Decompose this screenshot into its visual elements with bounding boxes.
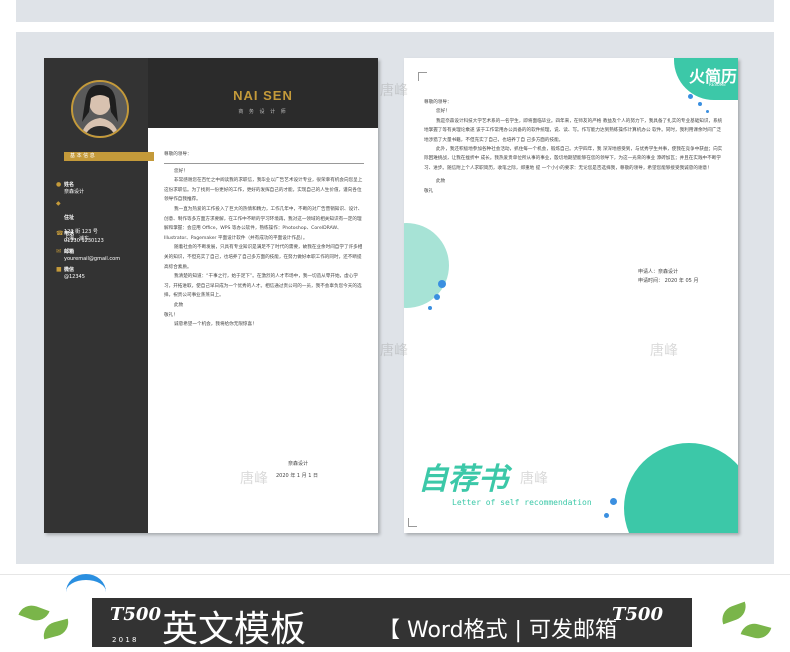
info-value: @12345	[64, 274, 85, 280]
resume-signer: 奈森设计	[288, 461, 309, 467]
dot-decor	[434, 294, 440, 300]
info-label: 住址	[64, 215, 75, 221]
cover-signature: 申请人：奈森设计 申请时间： 2020 年 05 月	[638, 268, 698, 286]
letter-regards: 敬礼！	[164, 312, 178, 318]
resume-header: NAI SEN 商 务 设 计 师	[148, 58, 378, 128]
phone-icon: ☎	[56, 230, 64, 237]
resume-date: 2020 年 1 月 1 日	[276, 473, 319, 479]
watermark: 唐峰	[380, 343, 408, 359]
divider	[164, 162, 364, 164]
dot-decor	[610, 498, 617, 505]
resume-role: 商 务 设 计 师	[238, 109, 288, 115]
info-label: 微信	[64, 267, 75, 273]
dot-decor	[438, 280, 446, 288]
letter-paragraph: 随着社会的不断发展，只具有专业知识是满足不了时代的需要，故我在业余时间自学了许多…	[164, 245, 363, 270]
logo-year: 2 0 1 8	[112, 636, 137, 644]
info-wechat: ■ 微信 @12345	[56, 267, 85, 281]
letter-ps: 诚恳希望一个机会，我将给你无限惊喜！	[174, 322, 257, 328]
info-email: ✉ 邮箱 youremail@gmail.com	[56, 249, 121, 263]
info-value: youremail@gmail.com	[64, 256, 121, 262]
cover-paragraph: 我是奈森设计科技大学艺术系的一名学生，即将面临毕业。四年来，在师友的严格 教益及…	[424, 118, 723, 143]
t500-logo-left: T500	[110, 604, 161, 625]
cover-letter-page[interactable]: 火简历 RESUME 尊敬的领导： 您好！ 我是奈森设计科技大学艺术系的一名学生…	[404, 58, 738, 533]
resume-page[interactable]: NAI SEN 商 务 设 计 师 基 本 信 息 ● 姓名 奈森设计 ◆ 住址…	[44, 58, 378, 533]
letter-paragraph: 我一直为热爱的工作投入了巨大的热情和精力，工作几年中，不断的对广告营销知识、设计…	[164, 206, 363, 241]
corner-mark	[418, 72, 427, 81]
cover-closing: 此致	[436, 179, 446, 185]
info-value: 01230 1230123	[64, 238, 104, 244]
person-icon: ●	[56, 181, 62, 188]
chat-icon: ■	[56, 266, 62, 273]
cover-title-cn: 自荐书	[418, 462, 508, 497]
dot-decor	[604, 513, 609, 518]
cover-paragraph: 此外，我还积极地参加各种社会活动，抓住每一个机会，锻炼自己。大学四年，我 深深地…	[424, 147, 723, 171]
corner-mark	[408, 518, 417, 527]
cover-greeting: 您好！	[436, 109, 450, 115]
watermark: 唐峰	[240, 471, 268, 487]
letter-greeting: 您好！	[174, 168, 188, 174]
cover-title-en: Letter of self recommendation	[452, 498, 592, 507]
cover-regards: 敬礼	[424, 188, 434, 194]
info-label: 邮箱	[64, 249, 75, 255]
t500-logo-right: T500	[612, 604, 663, 625]
letter-salutation: 尊敬的领导：	[164, 152, 192, 157]
info-phone: ☎ 电话 01230 1230123	[56, 231, 104, 245]
location-icon: ◆	[56, 200, 61, 207]
resume-letter: 尊敬的领导： 您好！ 非常感谢您在百忙之中阅读我的求职信，我毕业以广告艺术设计专…	[164, 150, 364, 330]
mail-icon: ✉	[56, 248, 62, 255]
watermark: 唐峰	[650, 343, 678, 359]
cover-salutation: 尊敬的领导：	[424, 100, 452, 105]
brand-subtitle: RESUME	[709, 82, 726, 87]
info-label: 姓名	[64, 182, 75, 188]
cover-applicant: 申请人：奈森设计	[638, 269, 679, 275]
cover-apply-date: 申请时间： 2020 年 05 月	[638, 278, 699, 284]
cover-letter-body: 尊敬的领导： 您好！ 我是奈森设计科技大学艺术系的一名学生，即将面临毕业。四年来…	[424, 98, 724, 196]
letter-paragraph: 非常感谢您在百忙之中阅读我的求职信，我毕业以广告艺术设计专业，很荣幸有机会向您呈…	[164, 178, 363, 203]
top-strip	[16, 0, 774, 22]
resume-name: NAI SEN	[233, 88, 293, 103]
section-basic-info: 基 本 信 息	[64, 152, 154, 161]
info-name: ● 姓名 奈森设计	[56, 182, 85, 196]
decor-circle-bottom-right	[624, 443, 738, 533]
letter-closing: 此致	[174, 302, 184, 308]
portrait-icon	[73, 82, 127, 136]
watermark: 唐峰	[520, 471, 548, 487]
banner-title: 英文模板	[162, 609, 307, 650]
letter-paragraph: 我清楚的知道：“干事之行，始于足下”。在激烈的人才市场中，我一切造从零开始，虚心…	[164, 274, 362, 299]
watermark: 唐峰	[380, 83, 408, 99]
dot-decor	[428, 306, 432, 310]
divider	[0, 574, 790, 575]
info-value: 奈森设计	[64, 189, 85, 195]
info-label: 电话	[64, 231, 75, 237]
decor-circle-left	[404, 223, 449, 308]
avatar	[71, 80, 129, 138]
banner-format-text: 【 Word格式 | 可发邮箱	[378, 618, 617, 643]
